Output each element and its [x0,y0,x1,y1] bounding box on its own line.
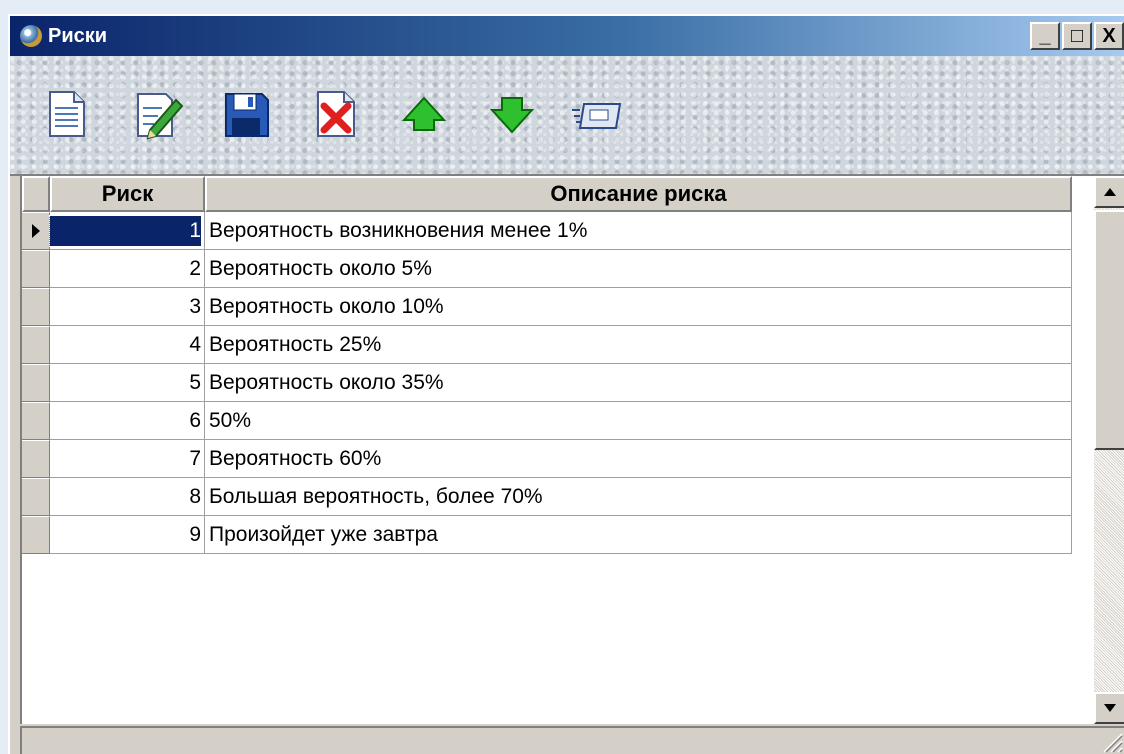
cell-risk-value: 1 [49,214,202,247]
status-bar [20,726,1124,754]
edit-pencil-icon[interactable] [128,86,184,142]
column-header-risk[interactable]: Риск [50,176,205,212]
minimize-button[interactable]: _ [1030,22,1060,50]
cell-risk-value: 7 [189,446,201,470]
cell-description[interactable]: Вероятность около 5% [205,250,1072,288]
window-controls: _ □ X [1030,22,1124,50]
scroll-up-button[interactable] [1094,176,1124,208]
table-row[interactable]: 6 50% [22,402,1072,440]
maximize-button[interactable]: □ [1062,22,1092,50]
row-indicator[interactable] [22,364,50,402]
toolbar [10,56,1124,176]
table-row[interactable]: 3 Вероятность около 10% [22,288,1072,326]
cell-risk-value: 9 [189,522,201,546]
table-row[interactable]: 8 Большая вероятность, более 70% [22,478,1072,516]
cell-risk-value: 3 [189,294,201,318]
column-header-description[interactable]: Описание риска [205,176,1072,212]
close-button[interactable]: X [1094,22,1124,50]
cell-risk-value: 6 [189,408,201,432]
cell-risk-value: 4 [189,332,201,356]
delete-document-icon[interactable] [308,86,364,142]
arrow-down-icon[interactable] [484,86,540,142]
save-floppy-icon[interactable] [218,86,274,142]
row-indicator[interactable] [22,478,50,516]
window-title: Риски [48,24,108,47]
triangle-down-icon [1104,704,1116,712]
row-indicator[interactable] [22,212,50,250]
cell-risk[interactable]: 1 [49,212,205,250]
export-card-icon[interactable] [570,86,626,142]
cell-description[interactable]: Большая вероятность, более 70% [205,478,1072,516]
table-row[interactable]: 7 Вероятность 60% [22,440,1072,478]
cell-description[interactable]: Вероятность 25% [205,326,1072,364]
table-row[interactable]: 5 Вероятность около 35% [22,364,1072,402]
cell-risk[interactable]: 6 [50,402,205,440]
row-indicator[interactable] [22,516,50,554]
row-indicator[interactable] [22,440,50,478]
cell-risk-value: 2 [189,256,201,280]
scroll-thumb[interactable] [1094,210,1124,450]
cell-risk-value: 8 [189,484,201,508]
app-globe-icon [18,23,44,49]
grid-header: Риск Описание риска [22,176,1072,212]
risks-grid[interactable]: Риск Описание риска 1 Вероятность возникн… [20,174,1124,724]
cell-description[interactable]: Вероятность 60% [205,440,1072,478]
vertical-scrollbar[interactable] [1094,176,1124,724]
row-indicator[interactable] [22,402,50,440]
cell-risk[interactable]: 5 [50,364,205,402]
triangle-up-icon [1104,188,1116,196]
cell-risk[interactable]: 9 [50,516,205,554]
table-row[interactable]: 1 Вероятность возникновения менее 1% [22,212,1072,250]
table-row[interactable]: 9 Произойдет уже завтра [22,516,1072,554]
cell-description[interactable]: Вероятность возникновения менее 1% [205,212,1072,250]
cell-risk[interactable]: 4 [50,326,205,364]
cell-description[interactable]: Произойдет уже завтра [205,516,1072,554]
cell-description[interactable]: 50% [205,402,1072,440]
cell-description[interactable]: Вероятность около 35% [205,364,1072,402]
scroll-down-button[interactable] [1094,692,1124,724]
title-bar[interactable]: Риски _ □ X [10,16,1124,56]
cell-risk[interactable]: 3 [50,288,205,326]
arrow-up-icon[interactable] [396,86,452,142]
cell-risk[interactable]: 8 [50,478,205,516]
cell-description[interactable]: Вероятность около 10% [205,288,1072,326]
cell-risk-value: 5 [189,370,201,394]
header-indicator [22,176,50,212]
risks-window: Риски _ □ X Риск Описание риска 1 Вероят… [8,14,1124,754]
resize-grip-icon[interactable] [1100,730,1124,754]
row-indicator[interactable] [22,288,50,326]
cell-risk[interactable]: 7 [50,440,205,478]
row-indicator[interactable] [22,326,50,364]
table-row[interactable]: 4 Вероятность 25% [22,326,1072,364]
table-row[interactable]: 2 Вероятность около 5% [22,250,1072,288]
new-document-icon[interactable] [38,86,94,142]
row-indicator[interactable] [22,250,50,288]
cell-risk[interactable]: 2 [50,250,205,288]
current-row-arrow-icon [31,224,40,238]
